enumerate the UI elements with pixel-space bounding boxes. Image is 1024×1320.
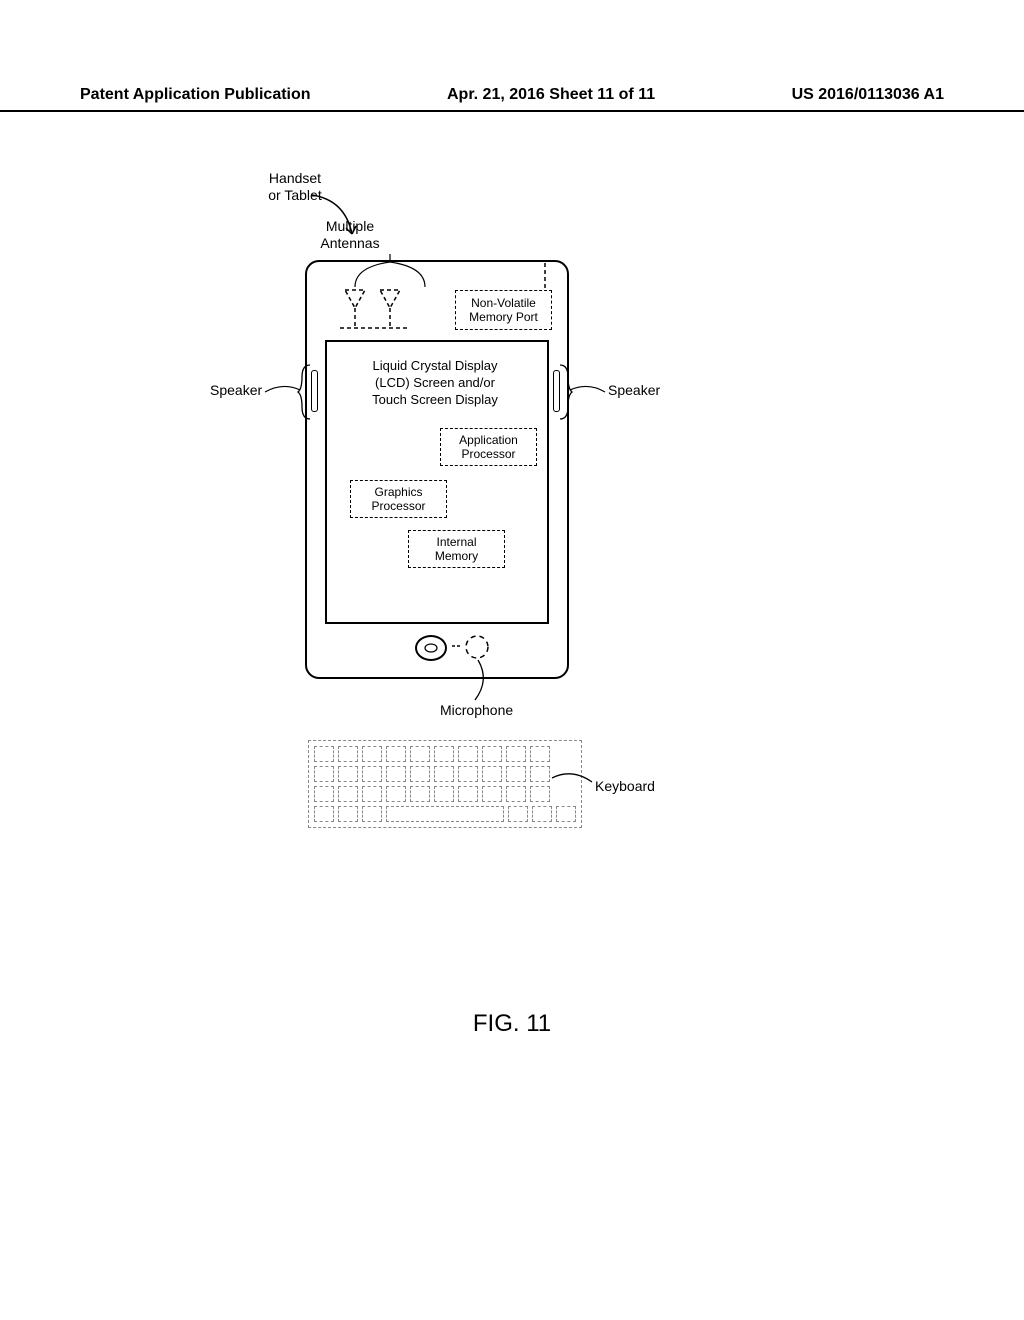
figure-caption: FIG. 11 [0, 1010, 1024, 1038]
speaker-right-leader-icon [570, 380, 610, 400]
spacebar-key [386, 806, 504, 822]
key [434, 746, 454, 762]
speaker-right [553, 370, 560, 412]
key [530, 786, 550, 802]
key [482, 766, 502, 782]
graphics-processor-block: Graphics Processor [350, 480, 447, 518]
key [530, 766, 550, 782]
key [458, 766, 478, 782]
key [410, 746, 430, 762]
key [362, 746, 382, 762]
home-button [415, 635, 447, 661]
key [362, 766, 382, 782]
key [434, 766, 454, 782]
keyboard-leader-icon [552, 768, 597, 793]
key [434, 786, 454, 802]
key [314, 766, 334, 782]
keyboard-label: Keyboard [595, 778, 655, 795]
key [338, 786, 358, 802]
key [338, 746, 358, 762]
key [458, 786, 478, 802]
key [556, 806, 576, 822]
key [362, 806, 382, 822]
key [314, 806, 334, 822]
key [508, 806, 528, 822]
key [386, 786, 406, 802]
key [362, 786, 382, 802]
home-button-glyph-icon [417, 637, 445, 659]
keyboard-row [314, 766, 576, 782]
lcd-text: Liquid Crystal Display (LCD) Screen and/… [330, 358, 540, 409]
keyboard-row [314, 786, 576, 802]
key [482, 746, 502, 762]
key [338, 766, 358, 782]
key [338, 806, 358, 822]
microphone-leader-icon [470, 660, 510, 705]
mic-leader-small-icon [452, 642, 464, 650]
microphone-icon [460, 633, 495, 663]
speaker-right-label: Speaker [608, 382, 660, 399]
key [314, 746, 334, 762]
key [314, 786, 334, 802]
key [386, 766, 406, 782]
app-processor-block: Application Processor [440, 428, 537, 466]
key [506, 766, 526, 782]
key [506, 786, 526, 802]
key [386, 746, 406, 762]
internal-memory-block: Internal Memory [408, 530, 505, 568]
brace-left-icon [298, 365, 313, 420]
antennas-label: Multiple Antennas [310, 218, 390, 252]
nvm-leader-icon [545, 263, 575, 293]
keyboard-row [314, 746, 576, 762]
speaker-left-label: Speaker [210, 382, 262, 399]
page-header: Patent Application Publication Apr. 21, … [0, 86, 1024, 112]
key [506, 746, 526, 762]
header-center: Apr. 21, 2016 Sheet 11 of 11 [447, 86, 655, 104]
header-left: Patent Application Publication [80, 86, 311, 104]
header-right: US 2016/0113036 A1 [792, 86, 944, 104]
antenna-icon [340, 280, 450, 335]
key [530, 746, 550, 762]
key [410, 786, 430, 802]
key [482, 786, 502, 802]
keyboard [308, 740, 582, 828]
keyboard-row [314, 806, 576, 822]
nvm-port-block: Non-Volatile Memory Port [455, 290, 552, 330]
microphone-label: Microphone [440, 702, 513, 719]
key [410, 766, 430, 782]
key [532, 806, 552, 822]
key [458, 746, 478, 762]
